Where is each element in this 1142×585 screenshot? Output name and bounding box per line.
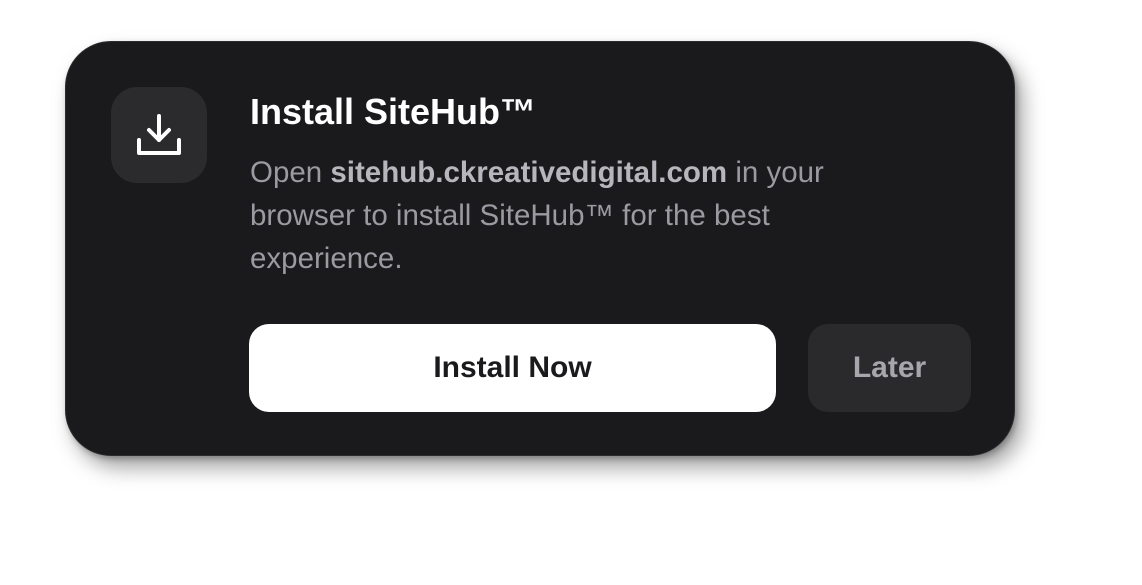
app-icon-tile — [111, 87, 207, 183]
page-background: Install SiteHub™ Open sitehub.ckreatived… — [0, 0, 1142, 585]
dialog-title: Install SiteHub™ — [250, 91, 537, 132]
site-url: sitehub.ckreativedigital.com — [330, 156, 728, 189]
later-button[interactable]: Later — [808, 324, 971, 412]
install-now-button[interactable]: Install Now — [249, 324, 776, 412]
dialog-description: Open sitehub.ckreativedigital.com in you… — [250, 151, 890, 280]
description-prefix: Open — [250, 156, 331, 189]
download-icon — [136, 113, 182, 157]
install-prompt-card: Install SiteHub™ Open sitehub.ckreatived… — [65, 41, 1015, 456]
